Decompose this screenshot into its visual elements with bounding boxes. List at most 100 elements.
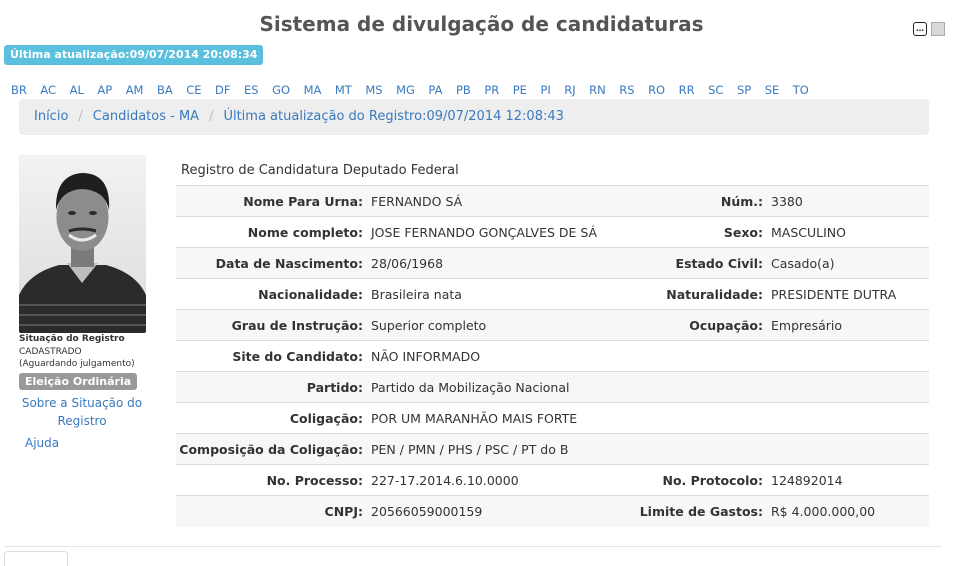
field-value-nome-urna: FERNANDO SÁ [371,185,621,217]
state-link-rs[interactable]: RS [619,83,634,97]
field-label: Site do Candidato: [176,340,371,372]
breadcrumb-separator: / [78,109,83,124]
state-link-pb[interactable]: PB [456,83,471,97]
state-link-ro[interactable]: RO [648,83,665,97]
state-link-ce[interactable]: CE [186,83,201,97]
field-label: Sexo: [621,216,771,248]
field-value-composicao: PEN / PMN / PHS / PSC / PT do B [371,433,929,465]
field-label: Nacionalidade: [176,278,371,310]
state-link-pi[interactable]: PI [540,83,550,97]
state-link-rn[interactable]: RN [589,83,606,97]
field-value-nascimento: 28/06/1968 [371,247,621,279]
field-value-coligacao: POR UM MARANHÃO MAIS FORTE [371,402,929,434]
field-value-nacionalidade: Brasileira nata [371,278,621,310]
state-link-ap[interactable]: AP [97,83,112,97]
breadcrumb: Início / Candidatos - MA / Última atualizaçã… [19,99,929,135]
state-nav: BR AC AL AP AM BA CE DF ES GO MA MT MS MG PA PB PR PE PI RJ… [11,83,822,97]
field-label: Ocupação: [621,309,771,341]
field-label: Estado Civil: [621,247,771,279]
registration-status-panel: Situação do Registro CADASTRADO (Aguarda… [19,334,159,450]
field-label: No. Processo: [176,464,371,496]
field-label: No. Protocolo: [621,464,771,496]
eleicao-badge: Eleição Ordinária [19,373,138,390]
field-value-num: 3380 [771,185,929,217]
field-value-protocolo: 124892014 [771,464,929,496]
state-link-go[interactable]: GO [272,83,290,97]
field-label: Naturalidade: [621,278,771,310]
table-row: Data de Nascimento: 28/06/1968 Estado Ci… [176,247,929,279]
situacao-value: CADASTRADO [19,347,82,357]
state-link-am[interactable]: AM [126,83,144,97]
state-link-ma[interactable]: MA [304,83,322,97]
state-link-to[interactable]: TO [793,83,809,97]
table-row: Coligação: POR UM MARANHÃO MAIS FORTE [176,402,929,434]
page-title: Sistema de divulgação de candidaturas [259,12,704,36]
table-row: Grau de Instrução: Superior completo Ocu… [176,309,929,341]
field-value-instrucao: Superior completo [371,309,621,341]
breadcrumb-last-update[interactable]: Última atualização do Registro:09/07/201… [223,109,563,124]
field-value-estado-civil: Casado(a) [771,247,929,279]
state-link-mg[interactable]: MG [396,83,415,97]
state-link-pa[interactable]: PA [428,83,442,97]
field-value-nome-completo: JOSE FERNANDO GONÇALVES DE SÁ [371,216,621,248]
field-value-partido: Partido da Mobilização Nacional [371,371,929,403]
chat-icon[interactable]: … [913,22,927,36]
field-value-processo: 227-17.2014.6.10.0000 [371,464,621,496]
table-row: Nacionalidade: Brasileira nata Naturalid… [176,278,929,310]
top-icons: … [913,22,945,36]
table-row: Nome completo: JOSE FERNANDO GONÇALVES D… [176,216,929,248]
field-label: Limite de Gastos: [621,495,771,527]
field-label: Nome completo: [176,216,371,248]
breadcrumb-candidates[interactable]: Candidatos - MA [93,109,199,124]
state-link-pe[interactable]: PE [513,83,527,97]
state-link-es[interactable]: ES [244,83,259,97]
field-label: Grau de Instrução: [176,309,371,341]
state-link-sc[interactable]: SC [708,83,723,97]
registro-title: Registro de Candidatura Deputado Federal [181,163,459,178]
field-value-ocupacao: Empresário [771,309,929,341]
table-row: Nome Para Urna: FERNANDO SÁ Núm.: 3380 [176,185,929,217]
state-link-ms[interactable]: MS [365,83,382,97]
field-value-site: NÃO INFORMADO [371,340,621,372]
state-link-ac[interactable]: AC [40,83,56,97]
candidate-photo-image [19,155,146,333]
state-link-se[interactable]: SE [765,83,780,97]
field-label: Data de Nascimento: [176,247,371,279]
field-value-cnpj: 20566059000159 [371,495,621,527]
table-row: Site do Candidato: NÃO INFORMADO [176,340,929,372]
situacao-label: Situação do Registro [19,334,125,344]
table-row: No. Processo: 227-17.2014.6.10.0000 No. … [176,464,929,496]
ajuda-link[interactable]: Ajuda [25,436,159,450]
print-icon[interactable] [931,22,945,36]
state-link-mt[interactable]: MT [335,83,352,97]
field-label: Partido: [176,371,371,403]
state-link-al[interactable]: AL [70,83,84,97]
state-link-df[interactable]: DF [215,83,230,97]
state-link-rr[interactable]: RR [679,83,695,97]
field-label: Núm.: [621,185,771,217]
state-link-sp[interactable]: SP [737,83,751,97]
table-row: CNPJ: 20566059000159 Limite de Gastos: R… [176,495,929,527]
state-link-ba[interactable]: BA [157,83,173,97]
last-update-badge: Última atualização:09/07/2014 20:08:34 [4,45,264,65]
candidate-info-table: Nome Para Urna: FERNANDO SÁ Núm.: 3380 N… [176,185,929,527]
field-label: Nome Para Urna: [176,185,371,217]
divider [4,546,942,547]
candidate-photo [19,155,146,333]
field-value-limite: R$ 4.000.000,00 [771,495,929,527]
state-link-rj[interactable]: RJ [564,83,575,97]
field-value-naturalidade: PRESIDENTE DUTRA [771,278,929,310]
table-row: Composição da Coligação: PEN / PMN / PHS… [176,433,929,465]
state-link-br[interactable]: BR [11,83,27,97]
bottom-tab[interactable] [4,551,68,566]
breadcrumb-home[interactable]: Início [34,109,68,124]
sobre-situacao-link[interactable]: Sobre a Situação do Registro [19,394,145,430]
field-label: Composição da Coligação: [176,433,371,465]
table-row: Partido: Partido da Mobilização Nacional [176,371,929,403]
state-link-pr[interactable]: PR [484,83,499,97]
breadcrumb-separator: / [209,109,214,124]
field-label: Coligação: [176,402,371,434]
situacao-note: (Aguardando julgamento) [19,359,135,369]
field-label: CNPJ: [176,495,371,527]
field-value-sexo: MASCULINO [771,216,929,248]
